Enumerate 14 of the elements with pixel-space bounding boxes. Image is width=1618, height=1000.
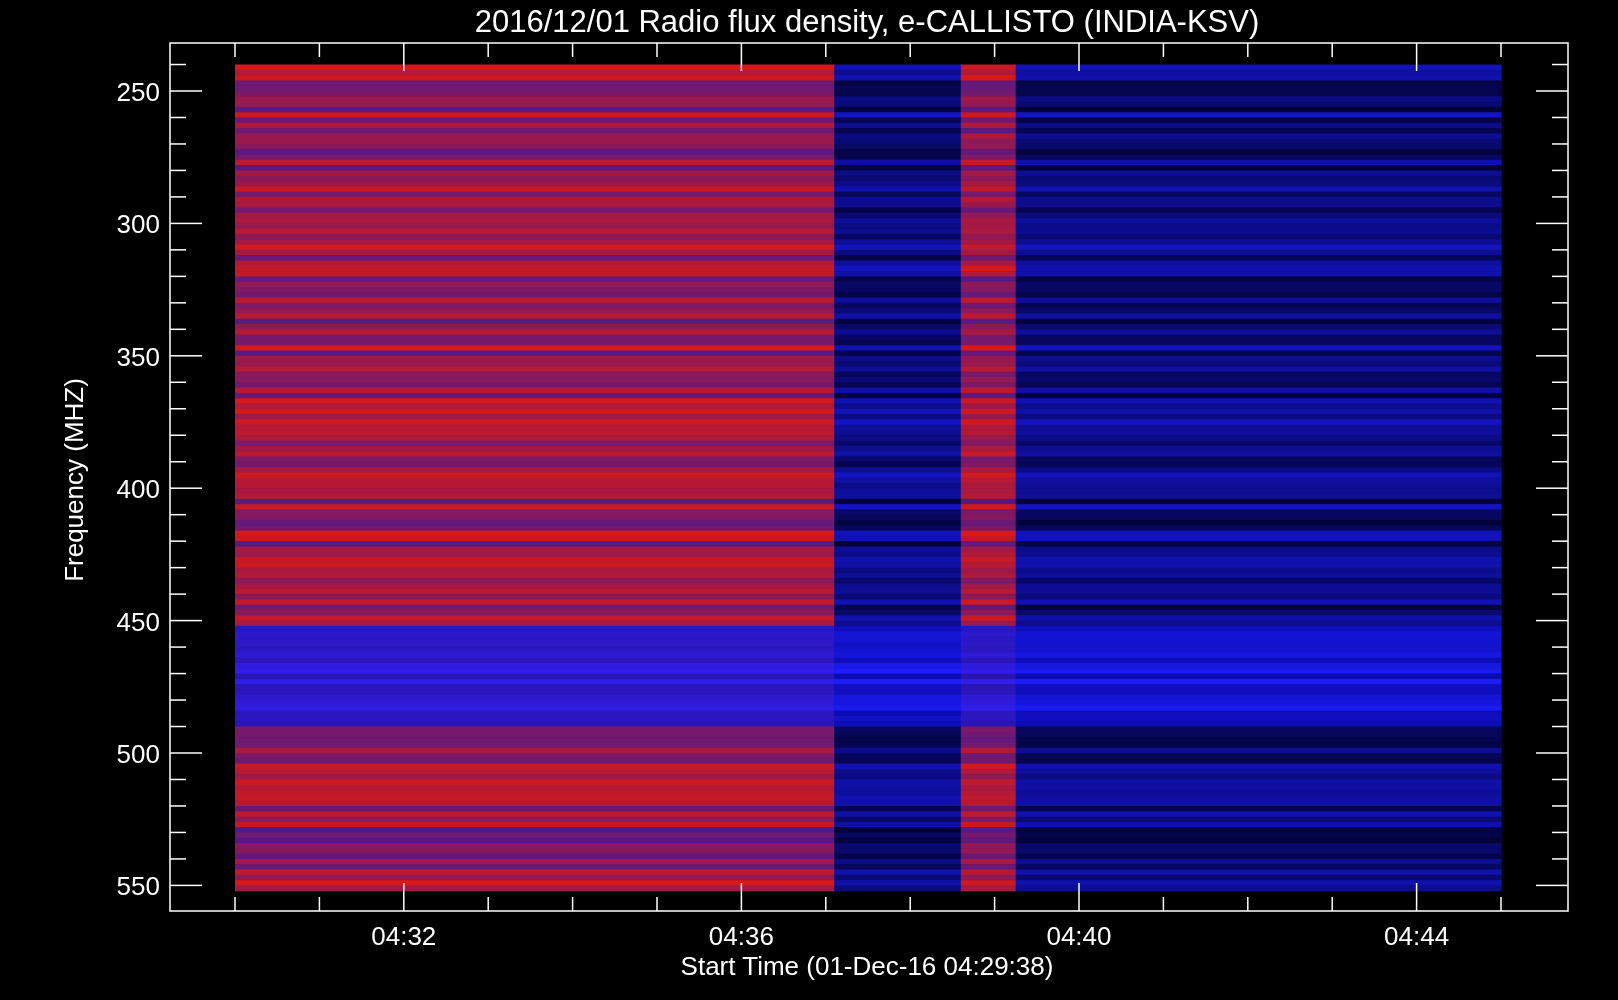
tick-label: 400	[116, 474, 160, 505]
tick-label: 04:40	[1046, 921, 1112, 951]
tick-label: 450	[116, 606, 160, 637]
tick-label: 250	[116, 77, 160, 107]
chart-title: 2016/12/01 Radio flux density, e-CALLISTO (INDIA-KSV)	[474, 4, 1260, 39]
x-axis-label: Start Time (01-Dec-16 04:29:38)	[680, 951, 1054, 981]
tick-label: 300	[116, 209, 160, 240]
tick-label: 500	[116, 739, 160, 769]
tick-label: 04:44	[1384, 921, 1450, 951]
tick-label: 04:36	[708, 921, 774, 951]
tick-label: 04:32	[371, 921, 437, 951]
tick-label: 550	[116, 871, 160, 902]
y-axis-label: Frequency (MHZ)	[59, 378, 89, 582]
tick-label: 350	[116, 341, 160, 372]
